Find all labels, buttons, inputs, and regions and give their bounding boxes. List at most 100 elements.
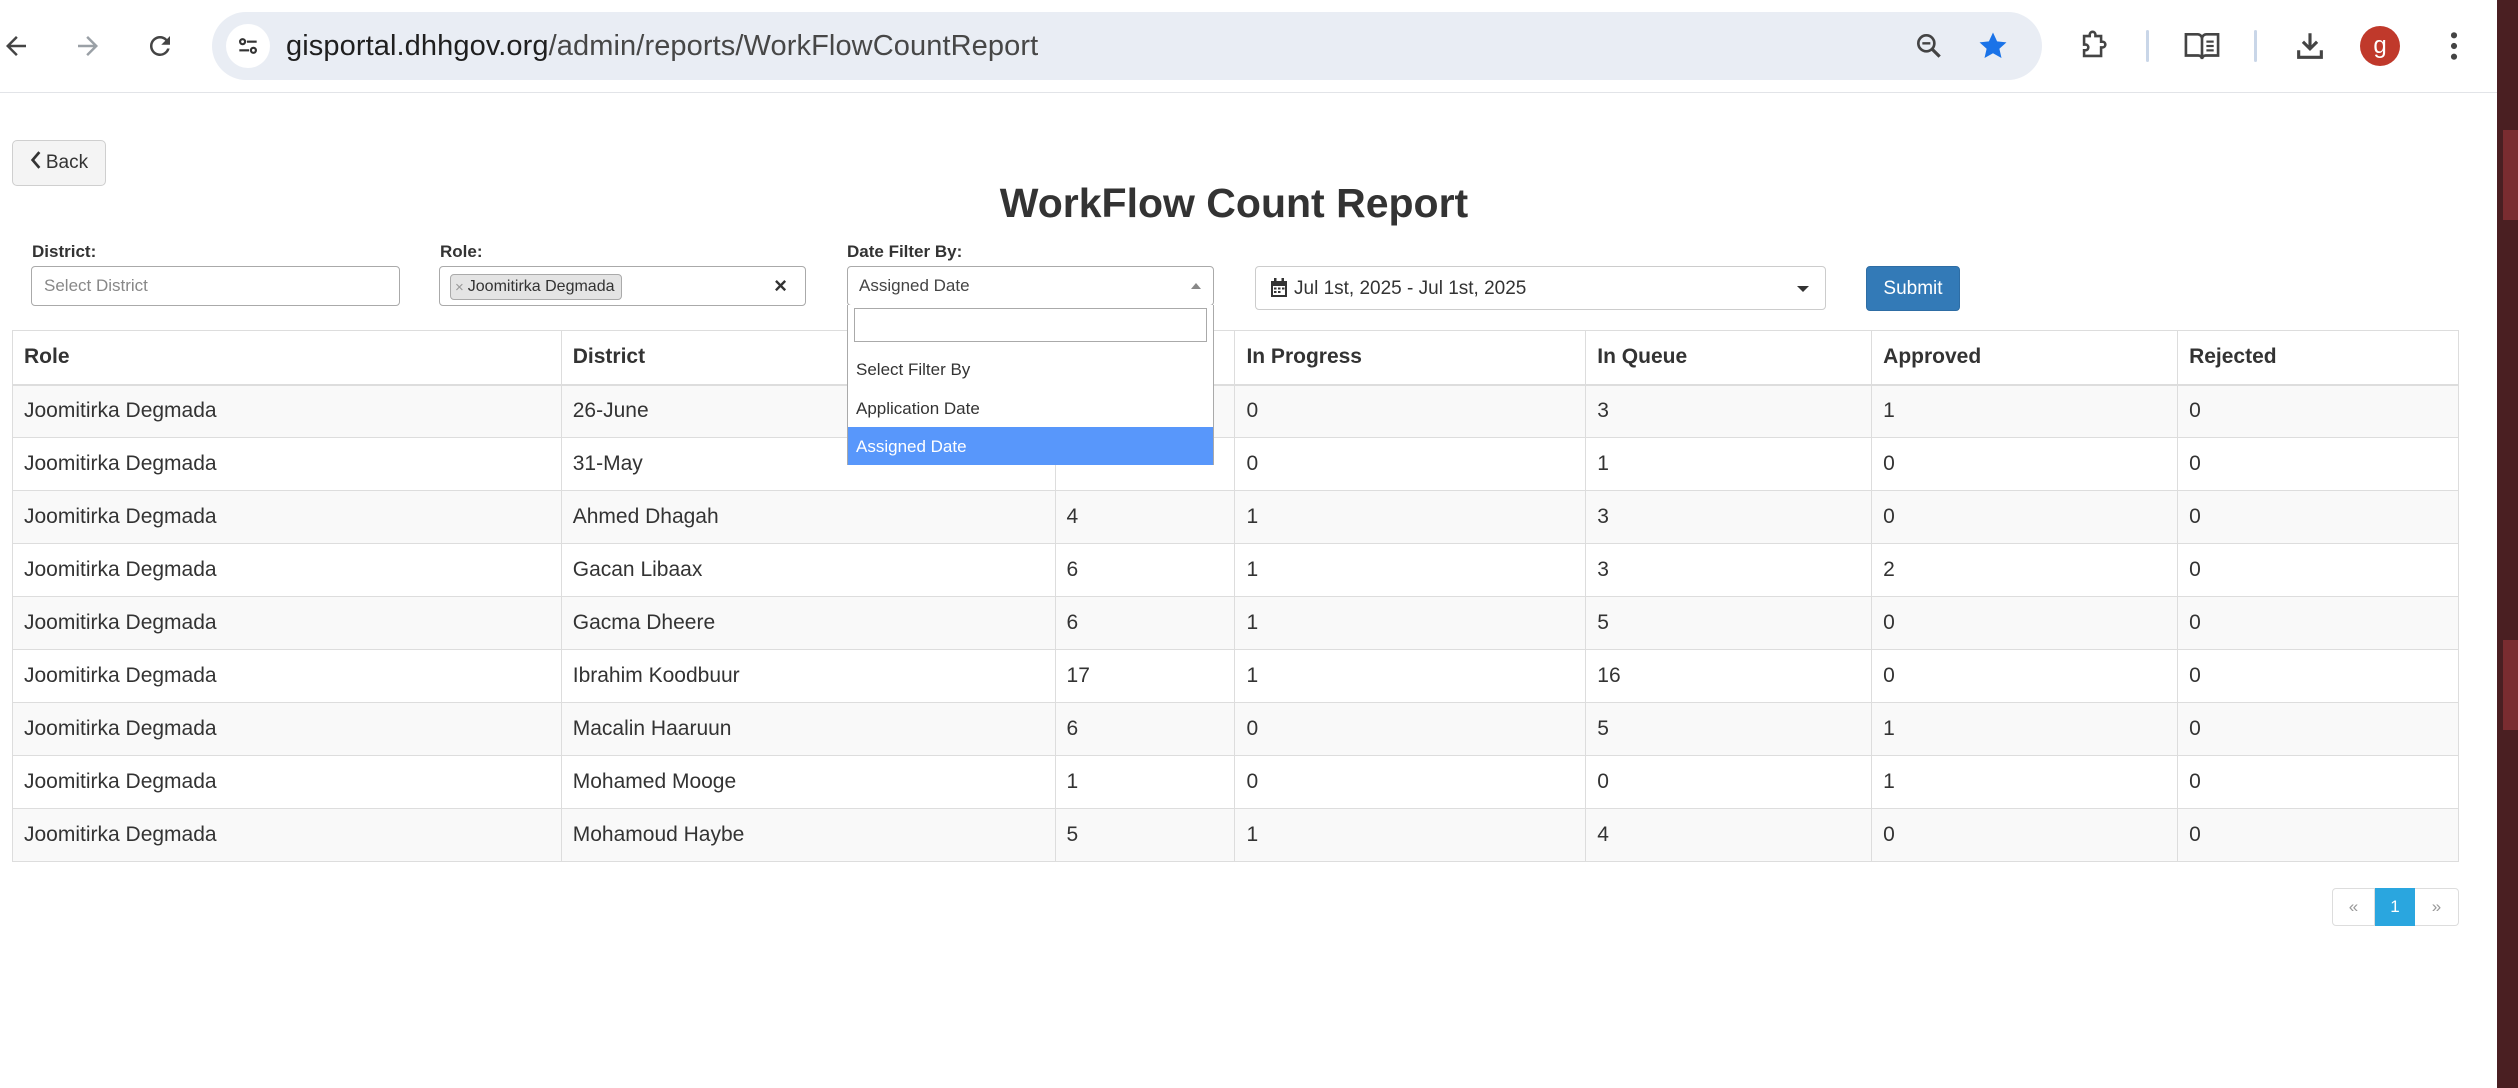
col-header-in-queue[interactable]: In Queue [1585, 330, 1873, 386]
cell-approved: 0 [1871, 437, 2179, 491]
date-range-text: Jul 1st, 2025 - Jul 1st, 2025 [1294, 278, 1527, 299]
cell-district: Ahmed Dhagah [560, 490, 1056, 544]
cell-role: Joomitirka Degmada [12, 543, 562, 597]
table-row: Joomitirka Degmada Ahmed Dhagah 4 1 3 0 0 [12, 490, 2459, 544]
cell-rejected: 0 [2177, 702, 2459, 756]
extensions-icon[interactable] [2072, 24, 2116, 68]
cell-in-queue: 0 [1585, 755, 1873, 809]
cell-rejected: 0 [2177, 808, 2459, 862]
report-table: Role District In Progress In Queue Appro… [12, 330, 2459, 862]
pagination: « 1 » [2332, 888, 2459, 926]
cell-rejected: 0 [2177, 384, 2459, 438]
profile-avatar[interactable]: g [2360, 26, 2400, 66]
pagination-next[interactable]: » [2415, 888, 2459, 926]
table-row: Joomitirka Degmada 31-May 0 1 0 0 [12, 437, 2459, 491]
district-label: District: [32, 242, 97, 261]
more-menu-icon[interactable] [2432, 24, 2476, 68]
role-tag: × Joomitirka Degmada [450, 274, 622, 300]
submit-button[interactable]: Submit [1866, 266, 1960, 311]
role-tag-remove[interactable]: × [455, 279, 464, 296]
cell-total: 5 [1054, 808, 1236, 862]
district-placeholder: Select District [44, 276, 148, 295]
cell-in-queue: 3 [1585, 543, 1873, 597]
cell-role: Joomitirka Degmada [12, 490, 562, 544]
cell-role: Joomitirka Degmada [12, 702, 562, 756]
cell-rejected: 0 [2177, 755, 2459, 809]
cell-district: Mohamed Mooge [560, 755, 1056, 809]
zoom-icon[interactable] [1912, 29, 1946, 63]
cell-total: 4 [1054, 490, 1236, 544]
chevron-left-icon [30, 151, 42, 175]
reading-mode-icon[interactable] [2180, 24, 2224, 68]
table-header-row: Role District In Progress In Queue Appro… [12, 330, 2459, 386]
table-row: Joomitirka Degmada Mohamed Mooge 1 0 0 1 0 [12, 755, 2459, 809]
cell-district: Ibrahim Koodbuur [560, 649, 1056, 703]
pagination-page-1[interactable]: 1 [2375, 888, 2415, 926]
option-assigned-date[interactable]: Assigned Date [848, 427, 1213, 465]
bookmark-star-icon[interactable] [1976, 29, 2010, 63]
cell-approved: 0 [1871, 490, 2179, 544]
table-row: Joomitirka Degmada Mohamoud Haybe 5 1 4 0 0 [12, 808, 2459, 862]
background-detail [2503, 640, 2518, 730]
date-range-picker[interactable]: Jul 1st, 2025 - Jul 1st, 2025 [1255, 266, 1826, 310]
table-row: Joomitirka Degmada 26-June 0 3 1 0 [12, 384, 2459, 438]
col-header-rejected[interactable]: Rejected [2177, 330, 2459, 386]
cell-total: 6 [1054, 596, 1236, 650]
role-select[interactable]: × Joomitirka Degmada × [439, 266, 806, 306]
cell-role: Joomitirka Degmada [12, 755, 562, 809]
col-header-approved[interactable]: Approved [1871, 330, 2179, 386]
cell-rejected: 0 [2177, 437, 2459, 491]
cell-approved: 2 [1871, 543, 2179, 597]
cell-approved: 1 [1871, 384, 2179, 438]
cell-in-queue: 16 [1585, 649, 1873, 703]
table-row: Joomitirka Degmada Macalin Haaruun 6 0 5 1 0 [12, 702, 2459, 756]
district-select[interactable]: Select District [31, 266, 400, 306]
cell-district: Macalin Haaruun [560, 702, 1056, 756]
cell-role: Joomitirka Degmada [12, 808, 562, 862]
col-header-in-progress[interactable]: In Progress [1234, 330, 1587, 386]
cell-approved: 0 [1871, 808, 2179, 862]
toolbar-divider [2146, 30, 2149, 62]
address-bar[interactable]: gisportal.dhhgov.org/admin/reports/WorkF… [212, 12, 2042, 80]
role-clear-button[interactable]: × [774, 273, 787, 299]
option-select-filter-by[interactable]: Select Filter By [848, 350, 1213, 388]
calendar-icon [1270, 278, 1288, 303]
download-icon[interactable] [2288, 24, 2332, 68]
cell-in-queue: 3 [1585, 490, 1873, 544]
cell-total: 17 [1054, 649, 1236, 703]
site-settings-icon[interactable] [226, 24, 270, 68]
cell-district: Mohamoud Haybe [560, 808, 1056, 862]
browser-toolbar: gisportal.dhhgov.org/admin/reports/WorkF… [0, 0, 2497, 93]
cell-role: Joomitirka Degmada [12, 649, 562, 703]
cell-total: 6 [1054, 702, 1236, 756]
cell-in-progress: 1 [1234, 649, 1587, 703]
cell-in-queue: 4 [1585, 808, 1873, 862]
col-header-role[interactable]: Role [12, 330, 562, 386]
back-arrow-icon[interactable] [0, 22, 40, 70]
cell-in-progress: 1 [1234, 596, 1587, 650]
cell-in-queue: 5 [1585, 702, 1873, 756]
reload-icon[interactable] [136, 22, 184, 70]
url-path: /admin/reports/WorkFlowCountReport [548, 30, 1039, 62]
cell-in-progress: 0 [1234, 384, 1587, 438]
cell-in-queue: 5 [1585, 596, 1873, 650]
caret-down-icon [1797, 286, 1809, 292]
cell-in-queue: 1 [1585, 437, 1873, 491]
cell-role: Joomitirka Degmada [12, 437, 562, 491]
cell-district: Gacan Libaax [560, 543, 1056, 597]
forward-arrow-icon[interactable] [64, 22, 112, 70]
cell-total: 6 [1054, 543, 1236, 597]
url-host: gisportal.dhhgov.org [286, 30, 549, 62]
toolbar-divider [2254, 30, 2257, 62]
cell-rejected: 0 [2177, 490, 2459, 544]
option-application-date[interactable]: Application Date [848, 389, 1213, 427]
table-row: Joomitirka Degmada Gacan Libaax 6 1 3 2 0 [12, 543, 2459, 597]
url-text[interactable]: gisportal.dhhgov.org/admin/reports/WorkF… [286, 30, 1038, 63]
cell-approved: 0 [1871, 596, 2179, 650]
pagination-prev[interactable]: « [2332, 888, 2375, 926]
date-filter-select[interactable]: Assigned Date [847, 266, 1214, 306]
cell-rejected: 0 [2177, 596, 2459, 650]
cell-district: Gacma Dheere [560, 596, 1056, 650]
cell-approved: 0 [1871, 649, 2179, 703]
dropdown-search-input[interactable] [854, 308, 1207, 342]
